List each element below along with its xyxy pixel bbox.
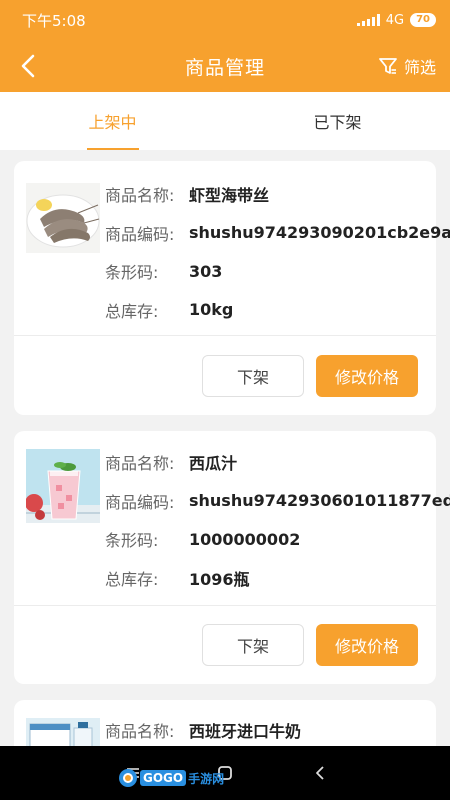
tab-on-shelf[interactable]: 上架中 <box>0 92 225 150</box>
stock: 10kg <box>189 300 234 320</box>
back-icon[interactable] <box>313 765 327 781</box>
barcode-row: 条形码: 303 <box>105 252 436 291</box>
product-code-row: 商品编码: shushu9742930601011877ed <box>105 482 450 521</box>
status-time: 下午5:08 <box>22 11 86 30</box>
barcode: 1000000002 <box>189 529 301 549</box>
product-code-label: 商品编码: <box>105 224 175 244</box>
product-name: 虾型海带丝 <box>189 186 270 206</box>
stock-row: 总库存: 10kg <box>105 291 436 330</box>
status-icons: 4G 70 <box>356 12 436 28</box>
stock-label: 总库存: <box>105 569 159 589</box>
product-code: shushu9742930601011877ed <box>189 491 450 511</box>
barcode-label: 条形码: <box>105 263 159 283</box>
tab-on-shelf-label: 上架中 <box>88 113 137 132</box>
signal-icon <box>356 14 380 26</box>
stock: 1096瓶 <box>189 569 250 589</box>
product-info: 商品名称: 西瓜汁 商品编码: shushu9742930601011877ed… <box>105 443 450 598</box>
back-arrow-icon[interactable] <box>16 52 42 80</box>
card-divider <box>14 605 436 606</box>
filter-icon <box>379 58 397 74</box>
product-code: shushu974293090201cb2e9a <box>189 223 450 243</box>
product-name-row: 商品名称: 西瓜汁 <box>105 443 436 482</box>
edit-price-button[interactable]: 修改价格 <box>316 355 418 397</box>
off-shelf-button[interactable]: 下架 <box>202 624 304 666</box>
product-code-row: 商品编码: shushu974293090201cb2e9a <box>105 214 450 253</box>
product-info: 商品名称: 西班牙进口牛奶 <box>105 711 436 750</box>
product-name-row: 商品名称: 西班牙进口牛奶 <box>105 711 436 750</box>
shrimp-image <box>26 183 100 253</box>
barcode-label: 条形码: <box>105 531 159 551</box>
product-code-label: 商品编码: <box>105 492 175 512</box>
product-card: 商品名称: 虾型海带丝 商品编码: shushu974293090201cb2e… <box>14 161 450 415</box>
watermelon-juice-image <box>26 449 100 523</box>
product-name: 西班牙进口牛奶 <box>189 722 302 742</box>
status-bar: 下午5:08 4G 70 <box>0 0 450 40</box>
stock-row: 总库存: 1096瓶 <box>105 559 436 598</box>
filter-button[interactable]: 筛选 <box>378 54 436 78</box>
watermark-text-b: 手游网 <box>188 771 225 786</box>
card-divider <box>14 335 436 336</box>
stock-label: 总库存: <box>105 301 159 321</box>
battery-icon: 70 <box>410 13 436 27</box>
watermark-logo: GOGO 手游网 <box>118 766 224 790</box>
barcode: 303 <box>189 261 223 281</box>
barcode-row: 条形码: 1000000002 <box>105 520 436 559</box>
status-tabs: 上架中 已下架 <box>0 92 450 150</box>
edit-price-button[interactable]: 修改价格 <box>316 624 418 666</box>
product-name-label: 商品名称: <box>105 186 175 206</box>
product-name-row: 商品名称: 虾型海带丝 <box>105 175 436 214</box>
product-name: 西瓜汁 <box>189 454 238 474</box>
product-name-label: 商品名称: <box>105 454 175 474</box>
app-header: 商品管理 筛选 <box>0 40 450 92</box>
product-name-label: 商品名称: <box>105 722 175 742</box>
watermark-text-a: GOGO <box>140 770 187 786</box>
tab-off-shelf-label: 已下架 <box>313 113 362 132</box>
watermark-icon <box>119 769 137 787</box>
page-title: 商品管理 <box>184 56 265 79</box>
filter-label: 筛选 <box>403 58 436 77</box>
network-type: 4G <box>385 12 405 28</box>
system-nav-bar <box>0 746 450 800</box>
product-info: 商品名称: 虾型海带丝 商品编码: shushu974293090201cb2e… <box>105 175 450 330</box>
product-card: 商品名称: 西瓜汁 商品编码: shushu9742930601011877ed… <box>14 431 450 684</box>
off-shelf-button[interactable]: 下架 <box>202 355 304 397</box>
tab-off-shelf[interactable]: 已下架 <box>225 92 450 150</box>
